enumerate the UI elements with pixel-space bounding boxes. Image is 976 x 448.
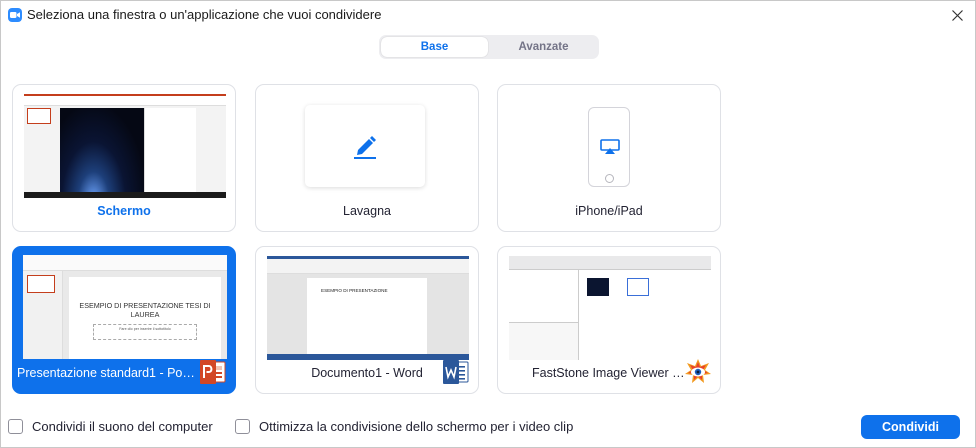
zoom-camera-icon [8,8,22,22]
card-label: Schermo [97,204,151,218]
share-sound-option[interactable]: Condividi il suono del computer [8,419,213,434]
share-option-whiteboard[interactable]: Lavagna [255,84,479,232]
phone-preview [588,107,630,187]
optimize-video-checkbox[interactable] [235,419,250,434]
share-option-powerpoint-window[interactable]: ESEMPIO DI PRESENTAZIONE TESI DI LAUREA … [12,246,236,394]
share-option-iphone-ipad[interactable]: iPhone/iPad [497,84,721,232]
card-label: Lavagna [343,204,391,218]
tab-advanced[interactable]: Avanzate [490,37,597,57]
optimize-video-label: Ottimizza la condivisione dello schermo … [259,419,574,434]
share-option-word-window[interactable]: ESEMPIO DI PRESENTAZIONE Documento1 - Wo… [255,246,479,394]
share-mode-tabs: Base Avanzate [379,35,599,59]
screen-thumbnail [24,94,226,198]
faststone-icon [685,359,711,383]
close-icon [951,9,963,21]
thumb-slide-title: ESEMPIO DI PRESENTAZIONE TESI DI LAUREA [79,301,211,319]
powerpoint-thumbnail: ESEMPIO DI PRESENTAZIONE TESI DI LAUREA … [23,255,227,359]
share-option-faststone-window[interactable]: FastStone Image Viewer 7.0 [497,246,721,394]
whiteboard-preview [305,105,425,187]
share-sound-checkbox[interactable] [8,419,23,434]
word-thumbnail: ESEMPIO DI PRESENTAZIONE [267,256,469,360]
share-option-screen[interactable]: Schermo [12,84,236,232]
word-icon [443,360,469,384]
thumb-slide-subtitle: Fare clic per inserire il sottotitolo [93,324,197,340]
share-sound-label: Condividi il suono del computer [32,419,213,434]
share-button[interactable]: Condividi [861,415,960,439]
pen-icon [354,136,376,159]
window-title: Seleziona una finestra o un'applicazione… [27,7,382,22]
tab-base[interactable]: Base [381,37,488,57]
card-label: iPhone/iPad [575,204,643,218]
close-button[interactable] [945,5,969,25]
optimize-video-option[interactable]: Ottimizza la condivisione dello schermo … [235,419,573,434]
faststone-thumbnail [509,256,711,360]
share-screen-dialog: Seleziona una finestra o un'applicazione… [0,0,976,448]
powerpoint-icon [200,360,226,384]
title-bar: Seleziona una finestra o un'applicazione… [1,1,975,29]
thumb-doc-text: ESEMPIO DI PRESENTAZIONE [321,288,388,293]
airplay-icon [600,139,620,154]
